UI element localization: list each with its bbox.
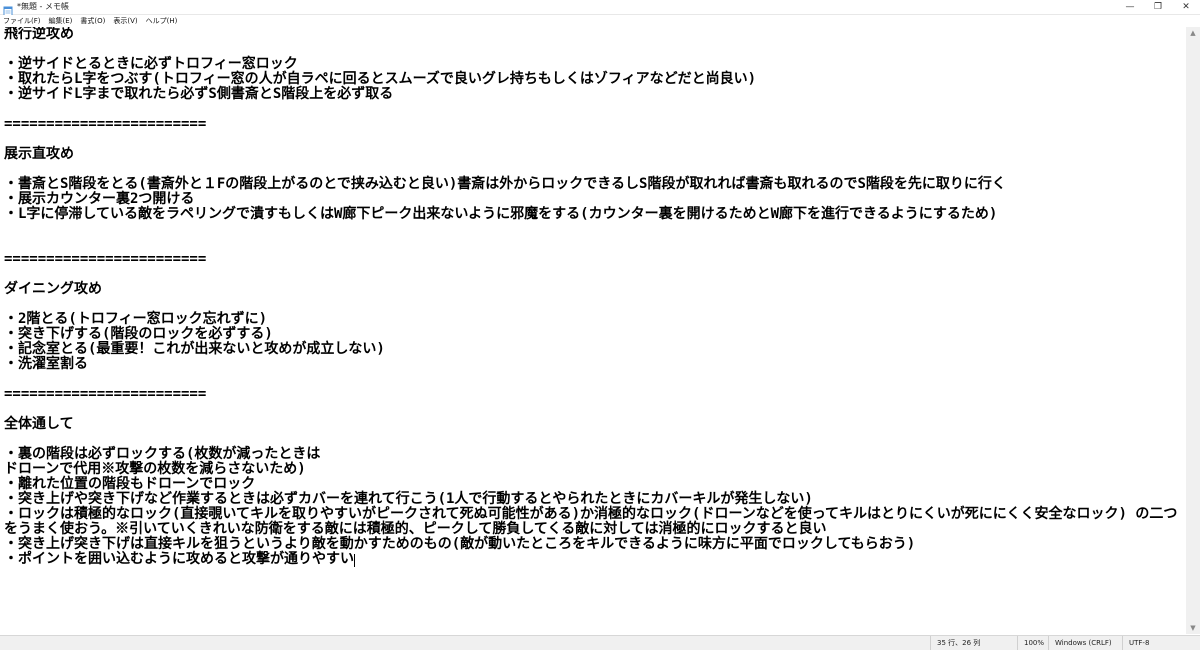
line-ending: Windows (CRLF) (1048, 636, 1112, 650)
restore-icon: ❐ (1153, 2, 1163, 12)
minimize-button[interactable]: — (1116, 0, 1144, 14)
scroll-up-icon[interactable]: ▲ (1186, 27, 1200, 39)
encoding: UTF-8 (1122, 636, 1149, 650)
menu-help[interactable]: ヘルプ(H) (146, 15, 178, 27)
scroll-down-icon[interactable]: ▼ (1186, 622, 1200, 634)
editor-content[interactable]: 飛行逆攻め ・逆サイドとるときに必ずトロフィー窓ロック ・取れたらL字をつぶす(… (4, 27, 1177, 567)
notepad-icon (3, 2, 13, 16)
vertical-scrollbar[interactable]: ▲ ▼ (1186, 27, 1200, 634)
window-title: *無題 - メモ帳 (17, 2, 69, 11)
menu-bar: ファイル(F) 編集(E) 書式(O) 表示(V) ヘルプ(H) (0, 15, 1200, 27)
menu-file[interactable]: ファイル(F) (3, 15, 41, 27)
maximize-button[interactable]: ❐ (1144, 0, 1172, 14)
menu-edit[interactable]: 編集(E) (49, 15, 73, 27)
minimize-icon: — (1125, 2, 1135, 12)
close-icon: ✕ (1182, 2, 1190, 12)
text-caret (354, 554, 355, 567)
text-editor[interactable]: 飛行逆攻め ・逆サイドとるときに必ずトロフィー窓ロック ・取れたらL字をつぶす(… (0, 27, 1186, 634)
menu-view[interactable]: 表示(V) (113, 15, 137, 27)
zoom-level: 100% (1017, 636, 1044, 650)
cursor-position: 35 行、26 列 (930, 636, 980, 650)
status-bar: 35 行、26 列 100% Windows (CRLF) UTF-8 (0, 635, 1200, 650)
title-bar[interactable]: *無題 - メモ帳 — ❐ ✕ (0, 0, 1200, 16)
menu-format[interactable]: 書式(O) (80, 15, 105, 27)
close-button[interactable]: ✕ (1172, 0, 1200, 14)
